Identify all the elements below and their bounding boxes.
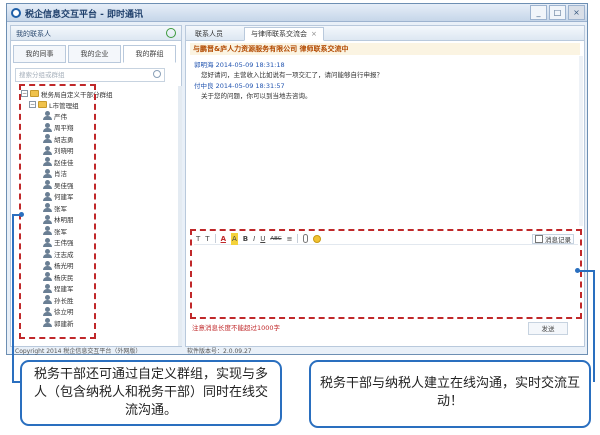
tab-close-icon[interactable]: × xyxy=(311,30,317,38)
maximize-button[interactable]: □ xyxy=(549,5,566,20)
tab-enterprises[interactable]: 我的企业 xyxy=(68,45,121,63)
contact-tabs: 我的同事 我的企业 我的群组 xyxy=(13,45,176,63)
tab-colleagues[interactable]: 我的同事 xyxy=(13,45,66,63)
font-color-button[interactable]: A xyxy=(221,233,226,245)
close-button[interactable]: × xyxy=(568,5,585,20)
bold-button[interactable]: B xyxy=(243,233,248,245)
callout-connector xyxy=(593,270,595,382)
toolbar-divider xyxy=(297,234,299,243)
message-meta: 付中良 2014-05-09 18:31:57 xyxy=(194,82,285,90)
app-logo-icon xyxy=(11,8,21,18)
message-text: 关于您的问题，你可以到当地去咨询。 xyxy=(201,92,312,100)
chat-scrollbar[interactable] xyxy=(579,56,583,226)
message-history-label: 消息记录 xyxy=(545,236,571,244)
copyright-text: Copyright 2014 税企信息交互平台（外网版） xyxy=(15,348,142,355)
window-controls: _ □ × xyxy=(530,5,585,20)
message-meta: 郭明海 2014-05-09 18:31:18 xyxy=(194,61,285,69)
callout-connector xyxy=(12,214,14,382)
strike-button[interactable]: ABC xyxy=(270,233,281,245)
history-icon xyxy=(535,235,543,243)
chat-tab-active-label: 与律师联系交流会 xyxy=(251,30,307,38)
toolbar-divider xyxy=(214,234,216,243)
chat-tab-contacts[interactable]: 联系人员 xyxy=(188,27,230,41)
highlight-button[interactable]: A xyxy=(230,232,238,245)
underline-button[interactable]: U xyxy=(260,233,265,245)
contacts-scrollbar[interactable] xyxy=(178,86,182,346)
message-history-button[interactable]: 消息记录 xyxy=(532,234,574,244)
length-limit-note: 注意消息长度不能超过1000字 xyxy=(192,324,281,332)
message-compose-area: T T A A B I U ABC ≡ 消息记录 xyxy=(190,229,582,319)
minimize-button[interactable]: _ xyxy=(530,5,547,20)
contacts-title: 我的联系人 xyxy=(16,30,51,38)
chat-tab-active[interactable]: 与律师联系交流会 × xyxy=(244,27,324,41)
attachment-icon[interactable] xyxy=(303,234,309,243)
format-toolbar: T T A A B I U ABC ≡ 消息记录 xyxy=(194,232,578,245)
refresh-icon[interactable] xyxy=(166,28,176,38)
callout-connector xyxy=(578,270,595,272)
chat-tabs: 联系人员 与律师联系交流会 × xyxy=(186,26,584,41)
callout-realtime-chat: 税务干部与纳税人建立在线沟通，实时交流互动！ xyxy=(309,360,591,428)
callout-dot xyxy=(575,268,580,273)
contacts-header: 我的联系人 xyxy=(11,26,181,41)
font-size-button[interactable]: T xyxy=(205,233,209,245)
version-text: 软件版本号：2.0.09.27 xyxy=(187,348,252,355)
message-text: 您好请问，主营收入比如说有一项交汇了，请问能够自行申报？ xyxy=(201,71,383,79)
callout-custom-groups: 税务干部还可通过自定义群组，实现与多人（包含纳税人和税务干部）同时在线交流沟通。 xyxy=(20,360,282,426)
chat-panel: 联系人员 与律师联系交流会 × 与鹏晋&庐人力资源服务有限公司 律师联系交流中 郭… xyxy=(185,25,585,347)
italic-button[interactable]: I xyxy=(253,233,255,245)
font-style-button[interactable]: T xyxy=(196,233,200,245)
send-button[interactable]: 发送 xyxy=(528,322,568,335)
contact-search-input[interactable]: 搜索分组或群组 xyxy=(15,68,165,82)
title-bar: 税企信息交互平台 - 即时通讯 _ □ × xyxy=(7,4,587,22)
member-list-highlight xyxy=(19,84,96,339)
chat-heading: 与鹏晋&庐人力资源服务有限公司 律师联系交流中 xyxy=(190,43,580,55)
tab-groups[interactable]: 我的群组 xyxy=(123,45,176,63)
align-button[interactable]: ≡ xyxy=(287,233,293,245)
callout-dot xyxy=(19,212,24,217)
search-icon[interactable] xyxy=(153,70,161,78)
window-title: 税企信息交互平台 - 即时通讯 xyxy=(25,10,144,20)
emoji-icon[interactable] xyxy=(313,234,322,243)
status-bar: Copyright 2014 税企信息交互平台（外网版） 软件版本号：2.0.0… xyxy=(7,347,587,355)
